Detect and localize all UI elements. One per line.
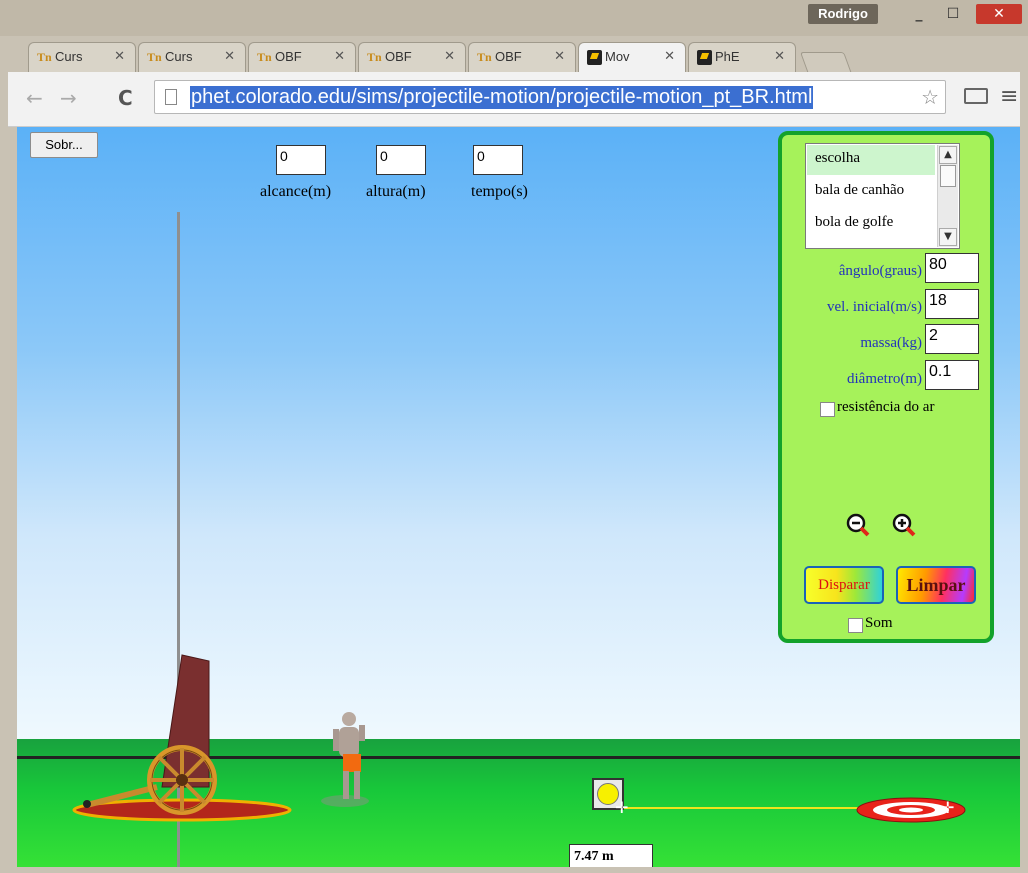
close-tab-icon[interactable]: ✕ bbox=[444, 49, 455, 64]
tn-icon: Tn bbox=[147, 50, 162, 64]
tab-label: Curs bbox=[55, 49, 83, 64]
phet-icon bbox=[697, 50, 712, 65]
close-window-button[interactable]: ✕ bbox=[976, 4, 1022, 24]
air-resistance-checkbox[interactable] bbox=[820, 402, 835, 417]
new-tab-button[interactable] bbox=[799, 52, 853, 74]
sound-label: Som bbox=[865, 615, 893, 631]
control-panel: escolha bala de canhão bola de golfe ▲ ▼… bbox=[778, 131, 994, 643]
scroll-down-icon[interactable]: ▼ bbox=[939, 228, 957, 246]
range-readout: 0 bbox=[276, 145, 326, 175]
tab-3[interactable]: Tn OBF ✕ bbox=[248, 42, 356, 72]
range-label: alcance(m) bbox=[260, 183, 332, 200]
zoom-out-icon[interactable] bbox=[846, 513, 870, 537]
title-bar: Rodrigo _ ☐ ✕ bbox=[0, 0, 1028, 36]
clear-button[interactable]: Limpar bbox=[896, 566, 976, 604]
scroll-up-icon[interactable]: ▲ bbox=[939, 146, 957, 164]
cast-icon[interactable] bbox=[964, 88, 988, 104]
menu-icon[interactable]: ≡ bbox=[1000, 84, 1018, 109]
tn-icon: Tn bbox=[37, 50, 52, 64]
phet-icon bbox=[587, 50, 602, 65]
projectile-list[interactable]: escolha bala de canhão bola de golfe ▲ ▼ bbox=[805, 143, 960, 249]
about-button[interactable]: Sobr... bbox=[30, 132, 98, 158]
air-resistance-label: resistência do ar bbox=[837, 399, 935, 415]
reload-icon[interactable]: C bbox=[118, 86, 133, 110]
cannon[interactable] bbox=[67, 647, 297, 827]
cannon-wheel bbox=[147, 745, 217, 815]
profile-button[interactable]: Rodrigo bbox=[808, 4, 878, 24]
browser-window: Rodrigo _ ☐ ✕ Tn Curs ✕ Tn Curs ✕ Tn OBF… bbox=[0, 0, 1028, 873]
tab-label: Mov bbox=[605, 49, 630, 64]
page-icon bbox=[165, 89, 177, 105]
initial-speed-label: vel. inicial(m/s) bbox=[827, 299, 922, 315]
zoom-in-icon[interactable] bbox=[892, 513, 916, 537]
tab-2[interactable]: Tn Curs ✕ bbox=[138, 42, 246, 72]
tn-icon: Tn bbox=[257, 50, 272, 64]
close-tab-icon[interactable]: ✕ bbox=[664, 49, 675, 64]
tab-1[interactable]: Tn Curs ✕ bbox=[28, 42, 136, 72]
initial-speed-input[interactable]: 18 bbox=[925, 289, 979, 319]
angle-label: ângulo(graus) bbox=[838, 263, 922, 279]
height-readout: 0 bbox=[376, 145, 426, 175]
tab-label: PhE bbox=[715, 49, 740, 64]
fire-button[interactable]: Disparar bbox=[804, 566, 884, 604]
close-tab-icon[interactable]: ✕ bbox=[224, 49, 235, 64]
tab-5[interactable]: Tn OBF ✕ bbox=[468, 42, 576, 72]
tab-4[interactable]: Tn OBF ✕ bbox=[358, 42, 466, 72]
time-readout: 0 bbox=[473, 145, 523, 175]
tab-label: OBF bbox=[275, 49, 302, 64]
close-tab-icon[interactable]: ✕ bbox=[774, 49, 785, 64]
url-text[interactable]: phet.colorado.edu/sims/projectile-motion… bbox=[190, 86, 814, 109]
cannon-trail-end bbox=[83, 800, 91, 808]
tape-end-crosshair-icon[interactable]: ✛ bbox=[941, 798, 954, 817]
tab-label: Curs bbox=[165, 49, 193, 64]
close-tab-icon[interactable]: ✕ bbox=[334, 49, 345, 64]
projectile-motion-sim: Sobr... 0 0 0 alcance(m) altura(m) tempo… bbox=[17, 127, 1020, 867]
tape-measure-readout: 7.47 m bbox=[569, 844, 653, 867]
mass-input[interactable]: 2 bbox=[925, 324, 979, 354]
list-item-selected[interactable]: escolha bbox=[807, 145, 935, 175]
time-label: tempo(s) bbox=[471, 183, 528, 200]
back-icon[interactable]: ← bbox=[26, 86, 43, 110]
list-item[interactable]: bola de golfe bbox=[807, 209, 935, 239]
angle-input[interactable]: 80 bbox=[925, 253, 979, 283]
close-tab-icon[interactable]: ✕ bbox=[114, 49, 125, 64]
maximize-button[interactable]: ☐ bbox=[938, 4, 968, 24]
tape-start-crosshair-icon[interactable]: ✛ bbox=[615, 798, 628, 817]
tn-icon: Tn bbox=[477, 50, 492, 64]
mass-label: massa(kg) bbox=[860, 335, 922, 351]
tn-icon: Tn bbox=[367, 50, 382, 64]
minimize-button[interactable]: _ bbox=[904, 4, 934, 24]
tab-6-active[interactable]: Mov ✕ bbox=[578, 42, 686, 72]
height-label: altura(m) bbox=[366, 183, 426, 200]
list-item[interactable]: bala de canhão bbox=[807, 177, 935, 207]
scroll-thumb[interactable] bbox=[940, 165, 956, 187]
list-scrollbar[interactable]: ▲ ▼ bbox=[937, 145, 958, 247]
sound-checkbox[interactable] bbox=[848, 618, 863, 633]
tab-label: OBF bbox=[495, 49, 522, 64]
tab-7[interactable]: PhE ✕ bbox=[688, 42, 796, 72]
browser-toolbar: ← → C phet.colorado.edu/sims/projectile-… bbox=[8, 72, 1020, 127]
diameter-label: diâmetro(m) bbox=[847, 371, 922, 387]
diameter-input[interactable]: 0.1 bbox=[925, 360, 979, 390]
statue-figure bbox=[321, 712, 369, 807]
forward-icon[interactable]: → bbox=[60, 86, 77, 110]
address-bar[interactable]: phet.colorado.edu/sims/projectile-motion… bbox=[154, 80, 946, 114]
bookmark-star-icon[interactable]: ☆ bbox=[921, 85, 939, 109]
close-tab-icon[interactable]: ✕ bbox=[554, 49, 565, 64]
tab-label: OBF bbox=[385, 49, 412, 64]
